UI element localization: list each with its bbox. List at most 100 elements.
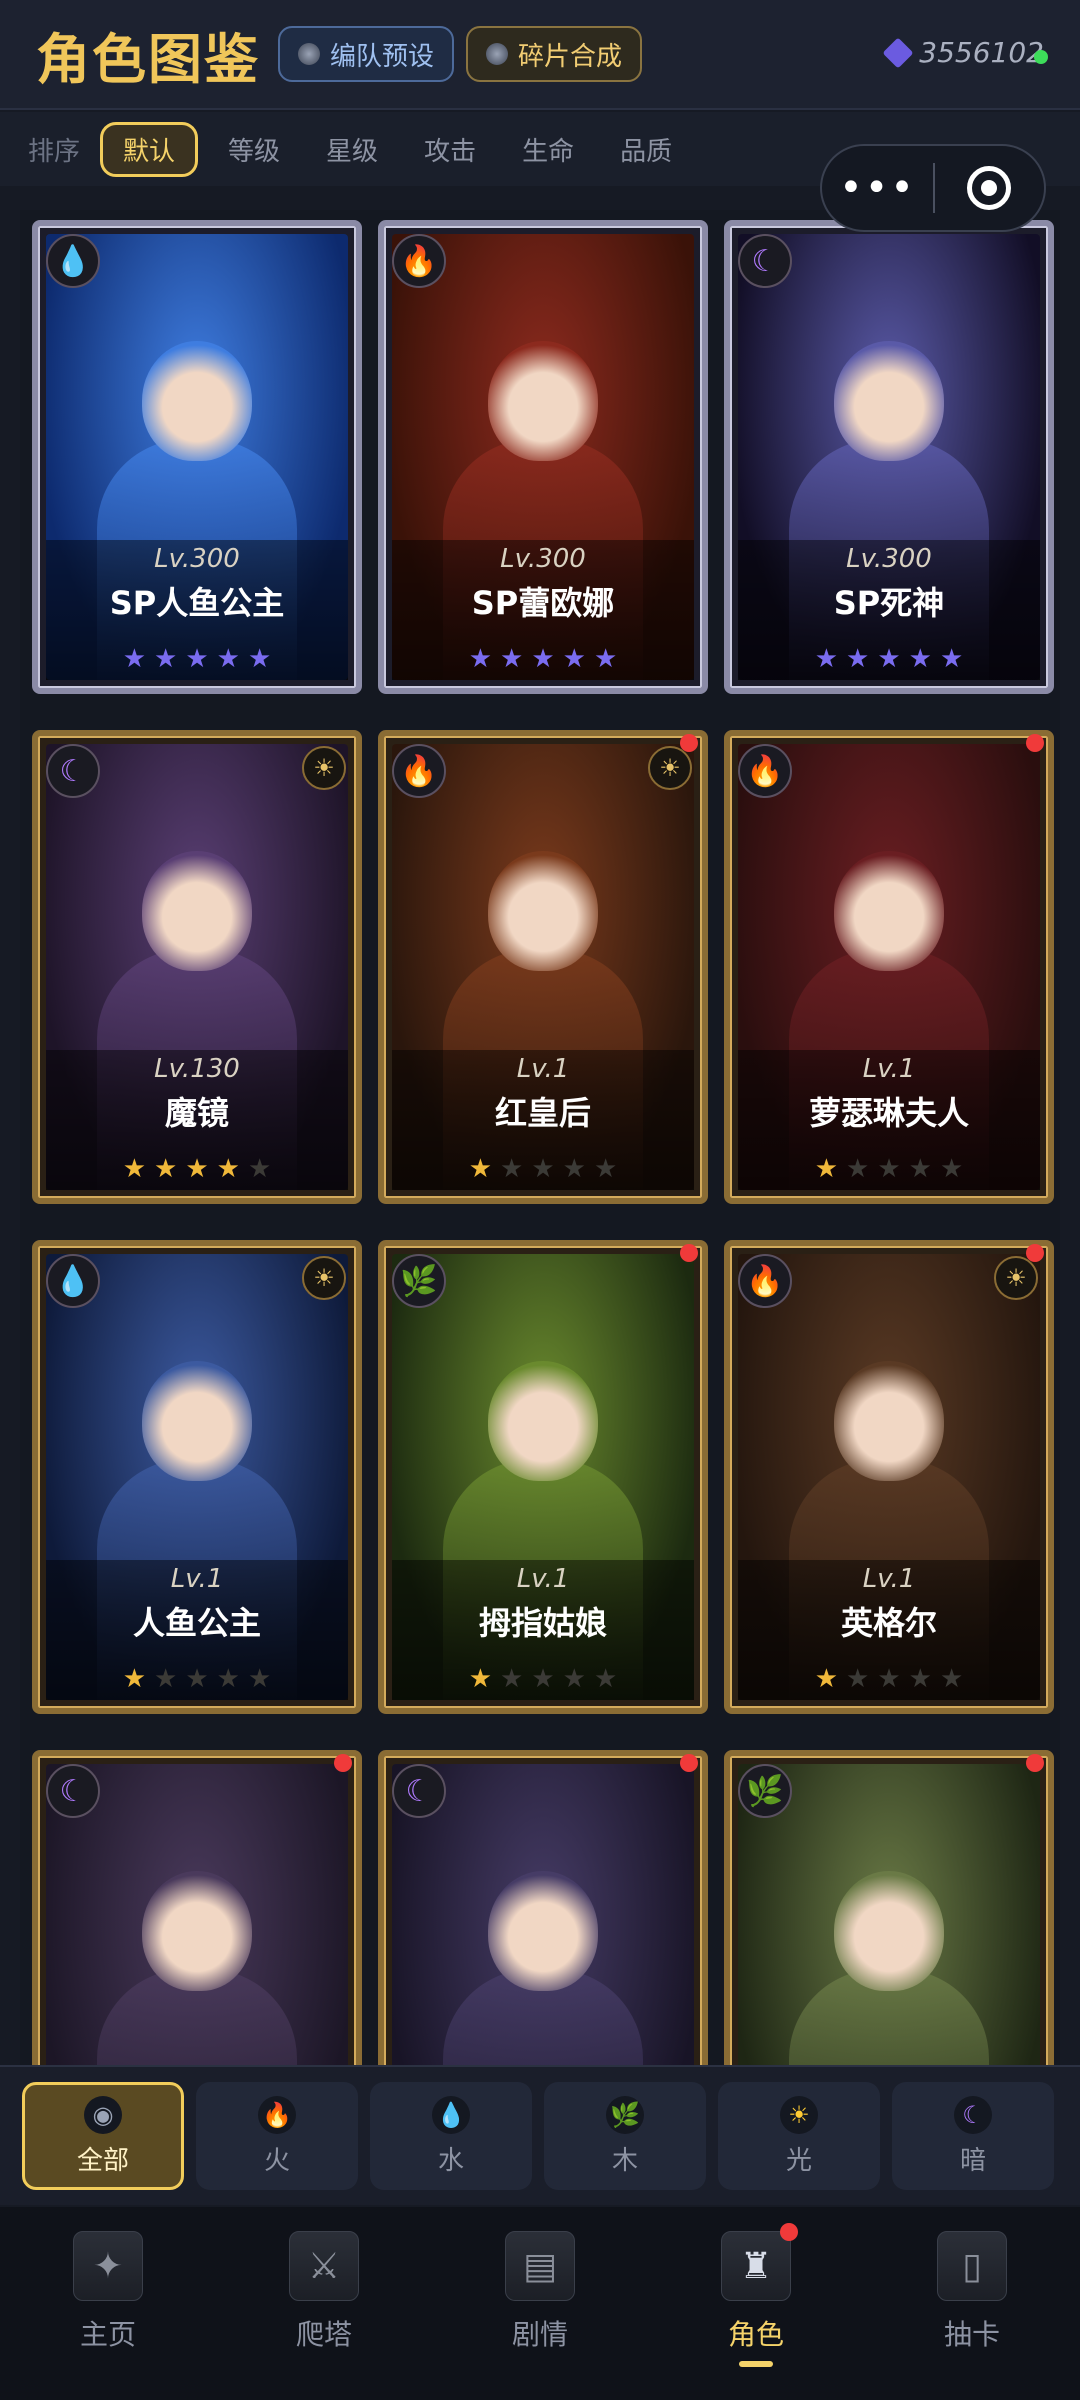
character-name: 人鱼公主 xyxy=(132,1604,261,1642)
star-empty-icon: ★ xyxy=(247,1154,272,1184)
star-empty-icon: ★ xyxy=(593,1154,618,1184)
character-card[interactable]: ☾ Lv.300 SP死神 ★ ★ ★ ★ ★ xyxy=(724,220,1054,694)
shard-synth-button[interactable]: 碎片合成 xyxy=(466,26,643,82)
nav-book[interactable]: ▤ 剧情 xyxy=(470,2231,610,2353)
filter-water[interactable]: 💧 水 xyxy=(370,2082,532,2190)
character-level: Lv.130 xyxy=(154,1054,240,1084)
star-empty-icon: ★ xyxy=(531,1154,555,1184)
water-element-icon: 💧 xyxy=(46,1254,100,1308)
filter-wood[interactable]: 🌿 木 xyxy=(544,2082,706,2190)
currency-value: 3556102 xyxy=(919,36,1044,69)
sort-quality[interactable]: 品质 xyxy=(620,131,672,168)
filter-fire[interactable]: 🔥 火 xyxy=(196,2082,358,2190)
character-level: Lv.1 xyxy=(516,1054,570,1084)
character-name: 红皇后 xyxy=(494,1094,591,1132)
star-empty-icon: ★ xyxy=(939,1154,964,1184)
character-figure-head xyxy=(834,1361,944,1482)
sun-badge-icon: ☀ xyxy=(302,1256,346,1300)
star-filled-icon: ★ xyxy=(122,644,147,674)
shard-synth-icon xyxy=(486,43,509,65)
star-filled-icon: ★ xyxy=(468,1664,493,1694)
sort-stars[interactable]: 星级 xyxy=(326,131,378,168)
nav-compass[interactable]: ✦ 主页 xyxy=(38,2231,178,2353)
character-card[interactable]: 🔥 Lv.300 SP蕾欧娜 ★ ★ ★ ★ ★ xyxy=(378,220,708,694)
star-rating: ★ ★ ★ ★ ★ xyxy=(738,644,1040,674)
fire-filter-icon: 🔥 xyxy=(258,2095,296,2134)
star-empty-icon: ★ xyxy=(846,1664,870,1694)
card-info-panel: Lv.1 人鱼公主 ★ ★ ★ ★ ★ xyxy=(46,1560,348,1700)
character-card[interactable]: 🔥 ☀ Lv.1 红皇后 ★ ★ ★ ★ ★ xyxy=(378,730,708,1204)
fire-element-icon: 🔥 xyxy=(738,744,792,798)
star-rating: ★ ★ ★ ★ ★ xyxy=(738,1154,1040,1184)
star-rating: ★ ★ ★ ★ ★ xyxy=(392,1154,694,1184)
team-preset-button[interactable]: 编队预设 xyxy=(278,26,455,82)
star-empty-icon: ★ xyxy=(846,1154,870,1184)
notification-dot xyxy=(1026,734,1044,752)
star-empty-icon: ★ xyxy=(185,1664,209,1694)
character-card[interactable]: ☾ ☀ Lv.130 魔镜 ★ ★ ★ ★ ★ xyxy=(32,730,362,1204)
nav-label: 爬塔 xyxy=(295,2318,352,2351)
dark-filter-icon: ☾ xyxy=(954,2095,992,2134)
filter-light[interactable]: ☀ 光 xyxy=(718,2082,880,2190)
character-grid[interactable]: 💧 Lv.300 SP人鱼公主 ★ ★ ★ ★ ★ 🔥 Lv.300 SP蕾欧娜 ★ ★ ★ ★ ★ ☾ Lv.3… xyxy=(20,210,1060,2065)
sort-attack[interactable]: 攻击 xyxy=(424,131,476,168)
close-miniprogram-button[interactable] xyxy=(935,166,1044,210)
star-empty-icon: ★ xyxy=(531,1664,555,1694)
wood-filter-icon: 🌿 xyxy=(606,2095,644,2134)
filter-dark[interactable]: ☾ 暗 xyxy=(892,2082,1054,2190)
star-filled-icon: ★ xyxy=(185,644,209,674)
star-filled-icon: ★ xyxy=(154,1154,178,1184)
shard-synth-label: 碎片合成 xyxy=(518,41,623,72)
dark-element-icon: ☾ xyxy=(46,1764,100,1818)
character-card[interactable]: 🌿 Lv.1 拇指姑娘 ★ ★ ★ ★ ★ xyxy=(378,1240,708,1714)
star-filled-icon: ★ xyxy=(814,1154,839,1184)
character-level: Lv.1 xyxy=(170,1564,224,1594)
nav-swords-shield[interactable]: ⚔ 爬塔 xyxy=(254,2231,394,2353)
miniprogram-capsule: ••• xyxy=(820,144,1046,232)
character-card[interactable]: ☾ xyxy=(32,1750,362,2065)
fire-element-icon: 🔥 xyxy=(392,744,446,798)
card-info-panel: Lv.300 SP蕾欧娜 ★ ★ ★ ★ ★ xyxy=(392,540,694,680)
star-filled-icon: ★ xyxy=(122,1154,147,1184)
online-indicator xyxy=(1034,50,1048,64)
filter-all[interactable]: ◉ 全部 xyxy=(22,2082,184,2190)
character-card[interactable]: 💧 Lv.300 SP人鱼公主 ★ ★ ★ ★ ★ xyxy=(32,220,362,694)
light-filter-icon: ☀ xyxy=(780,2095,818,2134)
fire-element-icon: 🔥 xyxy=(738,1254,792,1308)
filter-label: 全部 xyxy=(76,2145,129,2176)
star-empty-icon: ★ xyxy=(562,1664,586,1694)
dark-element-icon: ☾ xyxy=(392,1764,446,1818)
star-rating: ★ ★ ★ ★ ★ xyxy=(738,1664,1040,1694)
nav-hooded-figure[interactable]: ♜ 角色 xyxy=(686,2223,826,2367)
card-info-panel: Lv.1 拇指姑娘 ★ ★ ★ ★ ★ xyxy=(392,1560,694,1700)
card-icon: ▯ xyxy=(937,2231,1007,2301)
sort-level[interactable]: 等级 xyxy=(228,131,280,168)
dark-element-icon: ☾ xyxy=(738,234,792,288)
card-info-panel: Lv.1 英格尔 ★ ★ ★ ★ ★ xyxy=(738,1560,1040,1700)
star-filled-icon: ★ xyxy=(500,644,524,674)
filter-label: 光 xyxy=(785,2145,812,2176)
character-figure-head xyxy=(488,851,598,972)
character-card[interactable]: ☾ xyxy=(378,1750,708,2065)
star-empty-icon: ★ xyxy=(939,1664,964,1694)
active-tab-underline xyxy=(739,2361,773,2367)
character-level: Lv.1 xyxy=(516,1564,570,1594)
sort-default[interactable]: 默认 xyxy=(100,121,199,177)
star-filled-icon: ★ xyxy=(216,1154,240,1184)
sort-hp[interactable]: 生命 xyxy=(522,131,574,168)
nav-label: 抽卡 xyxy=(943,2318,1000,2351)
star-filled-icon: ★ xyxy=(814,1664,839,1694)
swords-shield-icon: ⚔ xyxy=(289,2231,359,2301)
nav-card[interactable]: ▯ 抽卡 xyxy=(902,2231,1042,2353)
more-options-button[interactable]: ••• xyxy=(822,168,933,208)
star-filled-icon: ★ xyxy=(877,644,901,674)
character-level: Lv.1 xyxy=(862,1564,916,1594)
character-card[interactable]: 🔥 ☀ Lv.1 英格尔 ★ ★ ★ ★ ★ xyxy=(724,1240,1054,1714)
character-figure-head xyxy=(488,341,598,462)
compass-icon: ✦ xyxy=(73,2231,143,2301)
card-info-panel: Lv.1 萝瑟琳夫人 ★ ★ ★ ★ ★ xyxy=(738,1050,1040,1190)
character-card[interactable]: 💧 ☀ Lv.1 人鱼公主 ★ ★ ★ ★ ★ xyxy=(32,1240,362,1714)
top-header: 角色图鉴 编队预设 碎片合成 3556102 xyxy=(0,0,1080,110)
character-card[interactable]: 🔥 Lv.1 萝瑟琳夫人 ★ ★ ★ ★ ★ xyxy=(724,730,1054,1204)
character-card[interactable]: 🌿 xyxy=(724,1750,1054,2065)
